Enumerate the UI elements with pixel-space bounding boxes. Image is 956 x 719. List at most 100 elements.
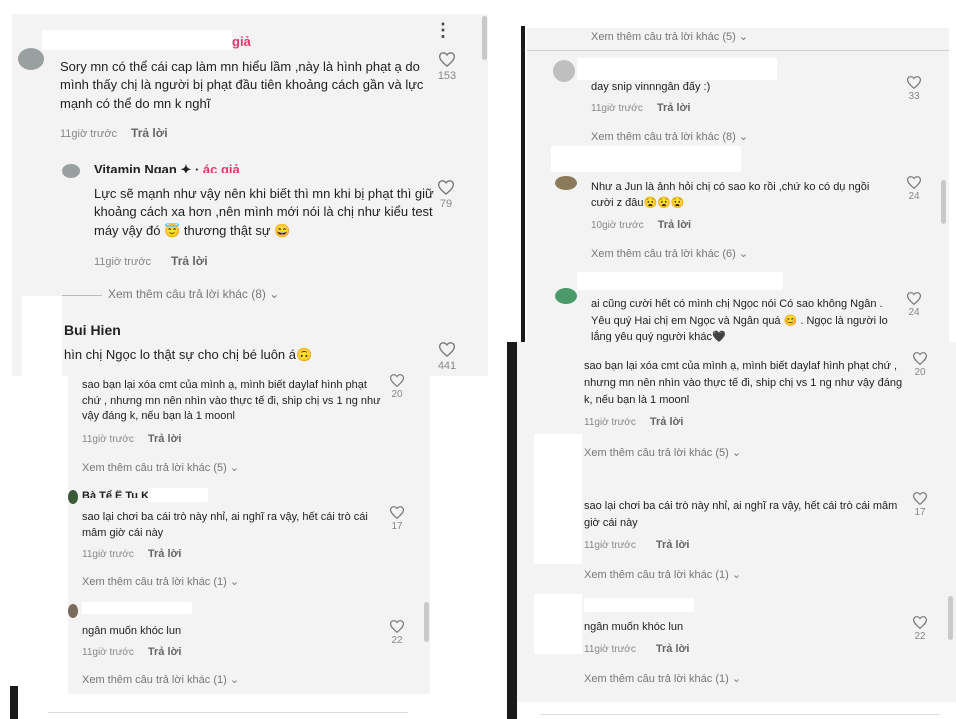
avatar[interactable]: [62, 164, 80, 178]
avatar[interactable]: [553, 60, 575, 82]
reply-button[interactable]: Trả lời: [148, 548, 182, 560]
redacted-username: [148, 488, 208, 502]
comment-text: ai cũng cười hết có mình chị Ngọc nói Có…: [591, 298, 888, 342]
like-count: 441: [437, 360, 457, 372]
reply-button[interactable]: Trả lời: [657, 102, 691, 114]
avatar[interactable]: [555, 176, 577, 190]
avatar[interactable]: [555, 288, 577, 304]
avatar[interactable]: [18, 48, 44, 70]
more-options-icon[interactable]: ⋮: [434, 20, 453, 41]
chevron-down-icon: ⌄: [738, 248, 749, 260]
view-more-replies[interactable]: Xem thêm câu trả lời khác (6) ⌄: [591, 247, 748, 260]
redacted-username: [577, 272, 783, 290]
like-button[interactable]: 24: [901, 292, 927, 318]
comment-panel-top-right: Xem thêm câu trả lời khác (5) ⌄ day snip…: [527, 28, 949, 342]
reply-button[interactable]: Trả lời: [171, 254, 208, 268]
comment-text: sao lại chơi ba cái trò này nhỉ, ai nghĩ…: [584, 500, 898, 530]
redacted-username: [584, 598, 694, 612]
scrollbar[interactable]: [948, 596, 953, 640]
like-button[interactable]: 17: [907, 492, 933, 518]
like-count: 24: [908, 191, 920, 202]
view-more-replies[interactable]: Xem thêm câu trả lời khác (1) ⌄: [82, 673, 239, 686]
panel-edge: [521, 26, 525, 342]
reply-button[interactable]: Trả lời: [658, 219, 692, 231]
comment-meta: 11giờ trước Trả lời: [591, 102, 690, 114]
reply-button[interactable]: Trả lời: [148, 433, 182, 445]
view-more-replies[interactable]: Xem thêm câu trả lời khác (1) ⌄: [584, 672, 741, 685]
chevron-down-icon: ⌄: [269, 287, 280, 301]
view-more-replies[interactable]: Xem thêm câu trả lời khác (5) ⌄: [584, 446, 741, 459]
heart-outline-icon: [439, 52, 455, 67]
like-count: 20: [914, 367, 926, 378]
like-button[interactable]: 20: [907, 352, 933, 378]
comment-meta: 11giờ trước Trả lời: [60, 126, 168, 140]
like-count: 79: [439, 198, 453, 210]
divider: [527, 50, 949, 51]
scrollbar[interactable]: [482, 16, 487, 60]
view-more-replies[interactable]: Xem thêm câu trả lời khác (8) ⌄: [108, 287, 279, 301]
chevron-down-icon: ⌄: [229, 674, 240, 686]
avatar[interactable]: [68, 604, 78, 618]
like-button[interactable]: 153: [432, 52, 462, 82]
like-button[interactable]: 441: [432, 342, 462, 372]
reply-button[interactable]: Trả lời: [656, 643, 690, 655]
view-more-replies[interactable]: Xem thêm câu trả lời khác (1) ⌄: [584, 568, 741, 581]
view-more-replies[interactable]: Xem thêm câu trả lời khác (1) ⌄: [82, 575, 239, 588]
heart-outline-icon: [438, 180, 454, 195]
comment-time: 11giờ trước: [584, 417, 636, 428]
comment-meta: 10giờ trước Trả lời: [591, 219, 691, 231]
comment-time: 11giờ trước: [584, 644, 636, 655]
heart-outline-icon: [913, 492, 927, 505]
like-button[interactable]: 24: [901, 176, 927, 202]
like-count: 153: [437, 70, 457, 82]
reply-button[interactable]: Trả lời: [650, 416, 684, 428]
reply-button[interactable]: Trả lời: [131, 126, 168, 140]
heart-outline-icon: [390, 506, 404, 519]
comment-time: 11giờ trước: [82, 549, 134, 560]
comment-author[interactable]: Bui Hien: [64, 322, 121, 338]
like-count: 20: [391, 389, 403, 400]
scrollbar[interactable]: [941, 180, 946, 224]
like-button[interactable]: 17: [384, 506, 410, 532]
comment-meta: 11giờ trước Trả lời: [82, 548, 181, 560]
redacted-area: [534, 594, 582, 654]
comment-text: Lực sẽ mạnh như vậy nên khi biết thì mn …: [94, 186, 434, 238]
comment-meta: 11giờ trước Trả lời: [94, 254, 208, 268]
like-count: 33: [908, 91, 920, 102]
comment-time: 11giờ trước: [584, 540, 636, 551]
divider: [48, 712, 408, 713]
comment-time: 10giờ trước: [591, 220, 644, 231]
heart-outline-icon: [907, 176, 921, 189]
comment-author[interactable]: giả: [232, 34, 251, 49]
comment-panel-top-left: giả ⋮ Sory mn có thể cái cap làm mn hiểu…: [12, 14, 488, 376]
view-more-replies[interactable]: Xem thêm câu trả lời khác (5) ⌄: [591, 30, 748, 43]
comment-time: 11giờ trước: [591, 103, 643, 114]
comment-author[interactable]: Vitamin Ngan ✦ · ác giả: [94, 162, 240, 173]
like-count: 22: [914, 631, 926, 642]
comment-text: sao lại chơi ba cái trò này nhỉ, ai nghĩ…: [82, 511, 368, 539]
scrollbar[interactable]: [424, 602, 429, 642]
reply-button[interactable]: Trả lời: [148, 646, 182, 658]
like-count: 22: [391, 635, 403, 646]
comment-text: Sory mn có thể cái cap làm mn hiểu lầm ,…: [60, 59, 424, 111]
view-more-replies[interactable]: Xem thêm câu trả lời khác (8) ⌄: [591, 130, 748, 143]
comment-text: ngân muốn khóc lun: [584, 621, 684, 633]
comment-text: day snip vinnngân đấy :): [591, 81, 711, 93]
heart-outline-icon: [913, 352, 927, 365]
like-button[interactable]: 22: [384, 620, 410, 646]
comment-time: 11giờ trước: [82, 434, 134, 445]
like-button[interactable]: 79: [431, 180, 461, 210]
comment-text: hìn chị Ngọc lo thật sự cho chị bé luôn …: [64, 347, 313, 362]
comment-time: 11giờ trước: [94, 256, 152, 268]
like-button[interactable]: 33: [901, 76, 927, 102]
avatar[interactable]: [68, 490, 78, 504]
redacted-username: [42, 30, 232, 50]
divider: [62, 295, 102, 296]
like-button[interactable]: 20: [384, 374, 410, 400]
like-button[interactable]: 22: [907, 616, 933, 642]
reply-button[interactable]: Trả lời: [656, 539, 690, 551]
redacted-area: [22, 296, 62, 376]
chevron-down-icon: ⌄: [229, 462, 240, 474]
redacted-area: [534, 434, 582, 564]
view-more-replies[interactable]: Xem thêm câu trả lời khác (5) ⌄: [82, 461, 239, 474]
